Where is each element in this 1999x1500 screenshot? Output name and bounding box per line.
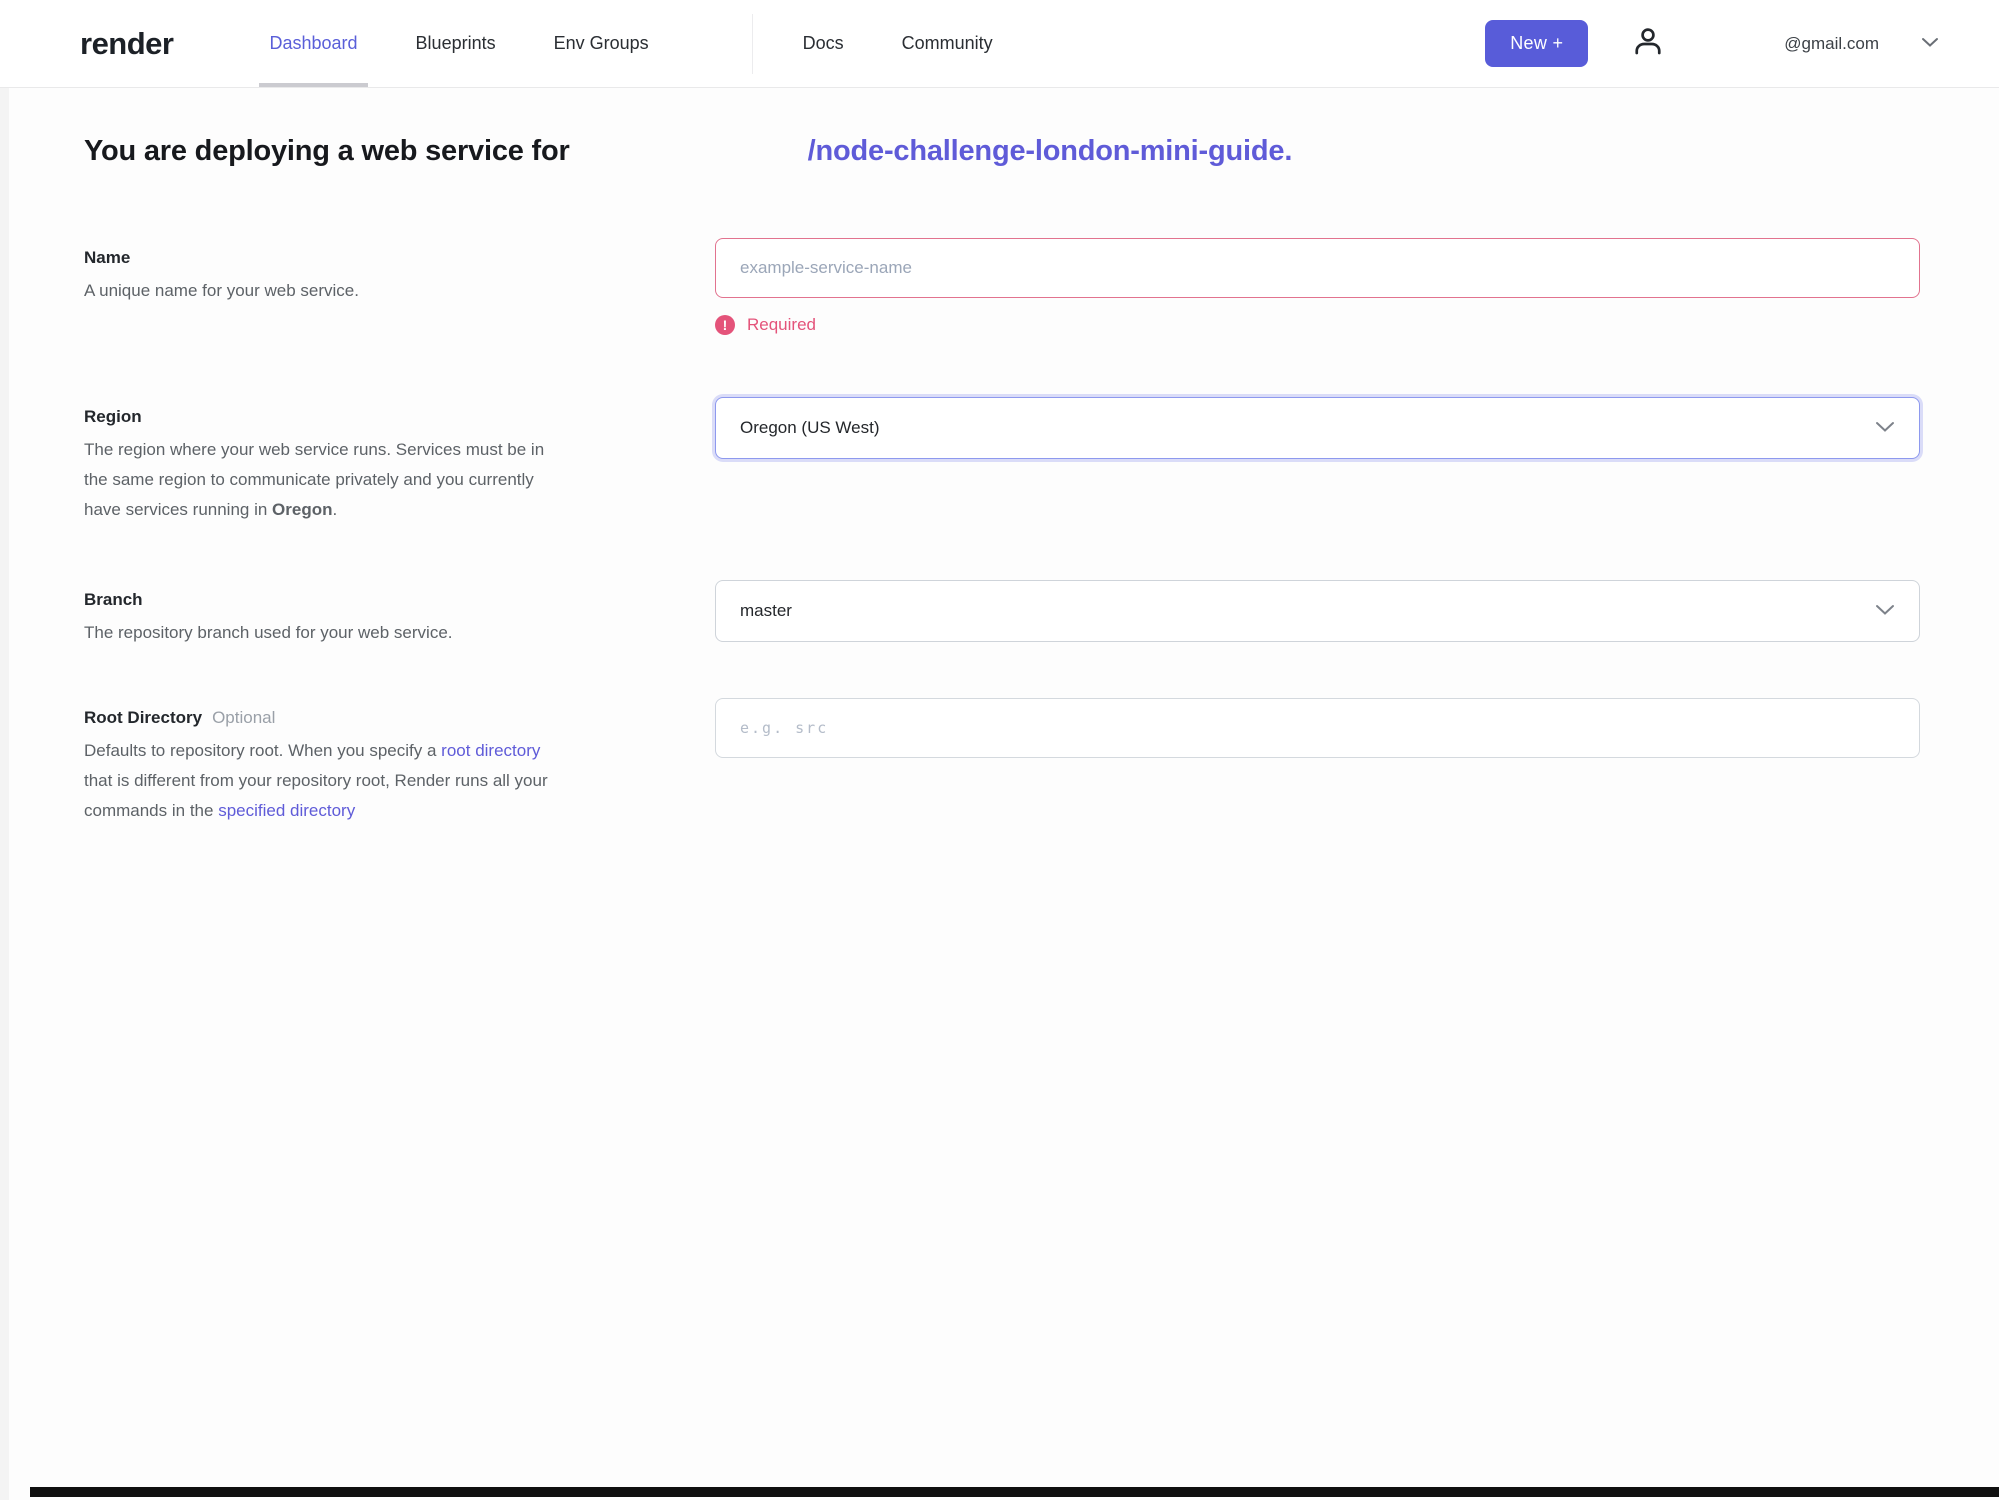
name-label: Name — [84, 248, 131, 267]
account-menu[interactable]: @gmail.com — [1784, 34, 1939, 54]
deploy-form: Name A unique name for your web service.… — [84, 238, 1999, 826]
chevron-down-icon — [1875, 418, 1895, 438]
window-left-edge — [0, 0, 9, 1500]
active-tab-indicator — [259, 83, 368, 87]
nav-item-docs[interactable]: Docs — [803, 0, 844, 87]
nav-item-community-label: Community — [901, 33, 993, 53]
service-name-input[interactable] — [715, 238, 1920, 298]
region-description-oregon: Oregon — [272, 500, 333, 519]
nav-item-dashboard-label: Dashboard — [269, 33, 358, 53]
root-dir-desc-part1: Defaults to repository root. When you sp… — [84, 741, 442, 760]
nav-item-dashboard[interactable]: Dashboard — [259, 0, 368, 87]
bottom-window-edge — [30, 1487, 1999, 1497]
root-directory-field-info: Root Directory Optional Defaults to repos… — [84, 698, 564, 826]
name-error-text: Required — [747, 315, 816, 334]
chevron-down-icon — [1921, 35, 1939, 53]
account-email: @gmail.com — [1784, 33, 1879, 53]
nav-item-blueprints-label: Blueprints — [415, 33, 496, 53]
root-directory-description: Defaults to repository root. When you sp… — [84, 736, 564, 826]
page-title-prefix: You are deploying a web service for — [84, 135, 570, 167]
region-select-value: Oregon (US West) — [740, 418, 880, 437]
render-logo[interactable]: render — [80, 26, 174, 62]
redacted-repo-owner — [570, 150, 808, 160]
nav-item-community[interactable]: Community — [902, 0, 993, 87]
region-description-part2: . — [332, 500, 338, 519]
region-field-info: Region The region where your web service… — [84, 397, 564, 525]
user-profile-button[interactable] — [1630, 23, 1666, 64]
branch-field-info: Branch The repository branch used for yo… — [84, 580, 564, 648]
root-directory-label-text: Root Directory — [84, 708, 203, 727]
nav-item-blueprints[interactable]: Blueprints — [416, 0, 496, 87]
chevron-down-icon — [1875, 601, 1895, 621]
optional-badge: Optional — [212, 708, 276, 727]
branch-description: The repository branch used for your web … — [84, 623, 453, 642]
page-title: You are deploying a web service for /nod… — [84, 135, 1999, 168]
deploy-web-service-page: You are deploying a web service for /nod… — [0, 88, 1999, 826]
new-button[interactable]: New + — [1485, 20, 1589, 67]
branch-select[interactable]: master — [715, 580, 1920, 642]
name-error: ! Required — [715, 315, 1920, 335]
top-navigation-bar: render Dashboard Blueprints Env Groups D… — [0, 0, 1999, 88]
nav-divider — [751, 13, 753, 74]
root-directory-input[interactable] — [715, 698, 1920, 758]
branch-label: Branch — [84, 590, 143, 609]
specified-directory-link[interactable]: specified directory — [218, 801, 355, 820]
region-description: The region where your web service runs. … — [84, 435, 564, 525]
header-right-controls: New + @gmail.com — [1485, 20, 1939, 67]
root-directory-link[interactable]: root directory — [441, 741, 540, 760]
root-directory-label: Root Directory Optional — [84, 708, 564, 728]
name-field-row: Name A unique name for your web service.… — [84, 238, 1999, 335]
root-directory-field-row: Root Directory Optional Defaults to repos… — [84, 698, 1999, 826]
region-field-row: Region The region where your web service… — [84, 397, 1999, 525]
nav-item-env-groups[interactable]: Env Groups — [554, 0, 649, 87]
primary-nav: Dashboard Blueprints Env Groups Docs Com… — [259, 0, 1050, 87]
name-description: A unique name for your web service. — [84, 281, 359, 300]
nav-item-env-groups-label: Env Groups — [553, 33, 649, 53]
error-exclamation-icon: ! — [715, 315, 735, 335]
region-label: Region — [84, 407, 142, 426]
branch-select-value: master — [740, 601, 792, 620]
name-field-info: Name A unique name for your web service. — [84, 238, 564, 306]
repo-link[interactable]: /node-challenge-london-mini-guide. — [808, 135, 1293, 168]
region-select[interactable]: Oregon (US West) — [715, 397, 1920, 459]
person-icon — [1630, 23, 1666, 64]
branch-field-row: Branch The repository branch used for yo… — [84, 580, 1999, 648]
nav-item-docs-label: Docs — [802, 33, 844, 53]
